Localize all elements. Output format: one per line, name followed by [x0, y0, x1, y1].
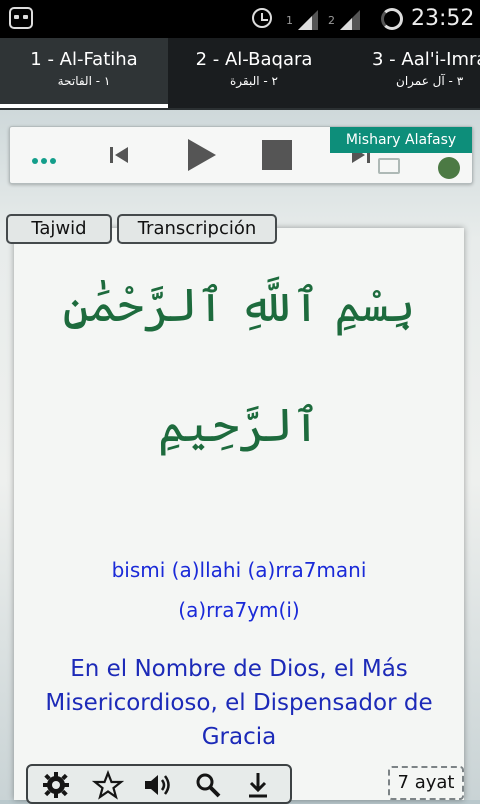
star-icon[interactable] — [91, 769, 125, 800]
surah-tabs: 1 - Al-Fatiha ١ - الفاتحة 2 - Al-Baqara … — [0, 38, 480, 110]
status-bar: 1 2 23:52 — [0, 0, 480, 38]
arabic-verse-line1: بِسْمِ ٱللَّهِ ٱلرَّحْمَٰنِ — [62, 278, 416, 332]
cast-icon[interactable] — [378, 158, 400, 174]
translation-text: En el Nombre de Dios, el Más Misericordi… — [45, 656, 433, 750]
tab-al-fatiha[interactable]: 1 - Al-Fatiha ١ - الفاتحة — [0, 38, 168, 108]
volume-icon[interactable] — [142, 770, 174, 800]
bottom-toolbar — [26, 764, 292, 804]
settings-icon[interactable] — [40, 770, 72, 800]
tajwid-button[interactable]: Tajwid — [6, 214, 112, 244]
transliteration-line1: bismi (a)llahi (a)rra7mani — [111, 558, 367, 582]
tab-subtitle: ٢ - البقرة — [229, 74, 278, 88]
signal-icon-2 — [340, 10, 360, 30]
transliteration-line2: (a)rra7ym(i) — [178, 598, 300, 622]
tab-aal-imran[interactable]: 3 - Aal'i-Imra ٣ - آل عمران — [340, 38, 480, 108]
tab-title: 3 - Aal'i-Imra — [372, 49, 480, 70]
signal-icon-1 — [298, 10, 318, 30]
tab-title: 2 - Al-Baqara — [195, 49, 313, 70]
verse-card: بِسْمِ ٱللَّهِ ٱلرَّحْمَٰنِ ٱلرَّحِيمِ b… — [14, 228, 464, 800]
more-options-icon[interactable] — [32, 149, 59, 168]
search-icon[interactable] — [192, 770, 224, 800]
tab-subtitle: ٣ - آل عمران — [396, 74, 464, 88]
download-icon[interactable] — [242, 770, 274, 800]
audio-player: Mishary Alafasy — [9, 126, 473, 184]
sim1-label: 1 — [286, 14, 293, 27]
sim2-label: 2 — [328, 14, 335, 27]
ayat-count-badge[interactable]: 7 ayat — [388, 766, 464, 800]
tabs-divider — [0, 108, 480, 110]
alarm-icon — [252, 8, 272, 28]
arabic-verse-line2: ٱلرَّحِيمِ — [158, 398, 320, 452]
reciter-selector[interactable]: Mishary Alafasy — [330, 127, 472, 153]
app-notification-icon — [9, 7, 33, 29]
tab-subtitle: ١ - الفاتحة — [57, 74, 111, 88]
transcription-button[interactable]: Transcripción — [117, 214, 277, 244]
tab-al-baqara[interactable]: 2 - Al-Baqara ٢ - البقرة — [170, 38, 338, 108]
previous-icon[interactable] — [108, 145, 130, 165]
battery-icon — [381, 8, 403, 30]
clock: 23:52 — [411, 6, 475, 31]
status-dot-icon[interactable] — [438, 157, 460, 179]
active-tab-indicator — [0, 104, 168, 108]
play-icon[interactable] — [188, 139, 216, 171]
tab-title: 1 - Al-Fatiha — [30, 49, 138, 70]
stop-icon[interactable] — [262, 140, 292, 170]
